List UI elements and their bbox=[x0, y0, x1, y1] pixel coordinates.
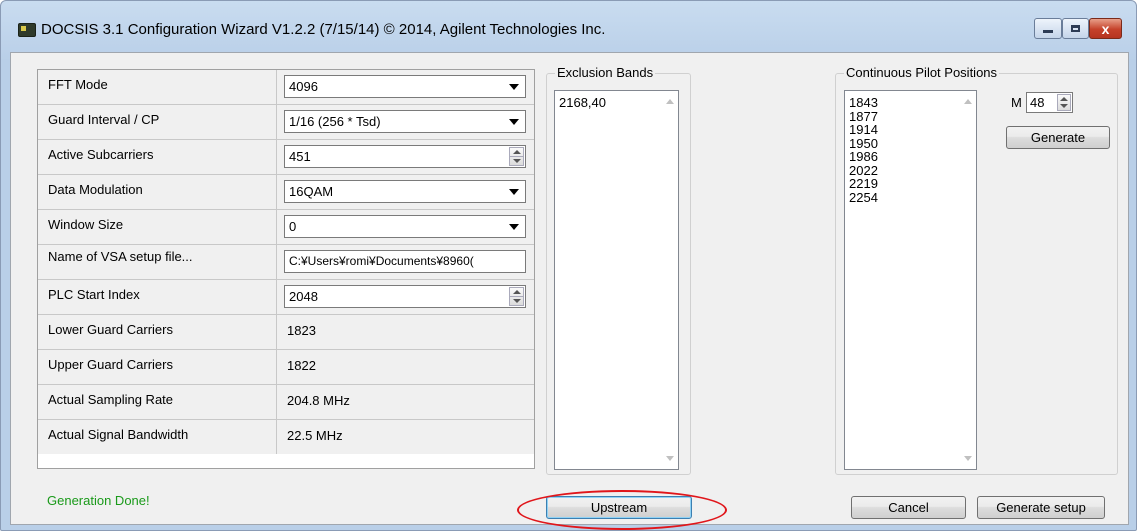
list-item[interactable]: 1843 bbox=[849, 96, 878, 110]
pilot-scrollbar[interactable] bbox=[959, 91, 976, 469]
actual-sampling-rate-value: 204.8 MHz bbox=[287, 393, 350, 408]
data-modulation-label: Data Modulation bbox=[38, 175, 277, 209]
actual-sampling-rate-label: Actual Sampling Rate bbox=[38, 385, 277, 419]
maximize-icon bbox=[1071, 25, 1080, 32]
minimize-icon bbox=[1043, 30, 1053, 33]
list-item[interactable]: 1877 bbox=[849, 109, 878, 124]
row-fft-mode: FFT Mode 4096 bbox=[38, 70, 534, 105]
plc-start-index-stepper[interactable]: 2048 bbox=[284, 285, 526, 308]
row-actual-signal-bandwidth: Actual Signal Bandwidth 22.5 MHz bbox=[38, 420, 534, 455]
window-size-label: Window Size bbox=[38, 210, 277, 244]
list-item[interactable]: 2168,40 bbox=[559, 95, 606, 111]
row-plc-start-index: PLC Start Index 2048 bbox=[38, 280, 534, 315]
list-item[interactable]: 1914 bbox=[849, 123, 878, 137]
plc-start-index-value: 2048 bbox=[289, 289, 318, 304]
client-area: FFT Mode 4096 Guard Interval / CP 1/16 (… bbox=[10, 52, 1129, 525]
upper-guard-carriers-label: Upper Guard Carriers bbox=[38, 350, 277, 384]
chevron-down-icon bbox=[509, 84, 519, 90]
cancel-button[interactable]: Cancel bbox=[851, 496, 966, 519]
guard-interval-value: 1/16 (256 * Tsd) bbox=[289, 114, 381, 129]
m-value: 48 bbox=[1030, 95, 1045, 110]
exclusion-bands-list[interactable]: 2168,40 bbox=[554, 90, 679, 470]
vsa-setup-file-input[interactable]: C:¥Users¥romi¥Documents¥8960( bbox=[284, 250, 526, 273]
row-actual-sampling-rate: Actual Sampling Rate 204.8 MHz bbox=[38, 385, 534, 420]
plc-start-index-label: PLC Start Index bbox=[38, 280, 277, 314]
pilot-positions-title: Continuous Pilot Positions bbox=[844, 65, 1000, 80]
app-icon bbox=[18, 23, 36, 37]
window-title: DOCSIS 3.1 Configuration Wizard V1.2.2 (… bbox=[41, 21, 606, 38]
scroll-down-icon bbox=[964, 456, 972, 461]
spin-up-icon bbox=[1060, 97, 1068, 101]
minimize-button[interactable] bbox=[1034, 18, 1062, 39]
upper-guard-carriers-value: 1822 bbox=[287, 358, 316, 373]
chevron-down-icon bbox=[509, 224, 519, 230]
row-window-size: Window Size 0 bbox=[38, 210, 534, 245]
spin-up-icon bbox=[513, 290, 521, 294]
list-item[interactable]: 1950 bbox=[849, 136, 878, 151]
row-active-subcarriers: Active Subcarriers 451 bbox=[38, 140, 534, 175]
active-subcarriers-label: Active Subcarriers bbox=[38, 140, 277, 174]
generate-button[interactable]: Generate bbox=[1006, 126, 1110, 149]
fft-mode-value: 4096 bbox=[289, 79, 318, 94]
row-upper-guard-carriers: Upper Guard Carriers 1822 bbox=[38, 350, 534, 385]
vsa-setup-file-label: Name of VSA setup file... bbox=[38, 245, 277, 279]
list-item[interactable]: 2219 bbox=[849, 177, 878, 191]
data-modulation-select[interactable]: 16QAM bbox=[284, 180, 526, 203]
maximize-button[interactable] bbox=[1062, 18, 1089, 39]
title-bar[interactable]: DOCSIS 3.1 Configuration Wizard V1.2.2 (… bbox=[1, 1, 1136, 51]
row-lower-guard-carriers: Lower Guard Carriers 1823 bbox=[38, 315, 534, 350]
actual-signal-bandwidth-label: Actual Signal Bandwidth bbox=[38, 420, 277, 454]
guard-interval-select[interactable]: 1/16 (256 * Tsd) bbox=[284, 110, 526, 133]
row-vsa-setup-file: Name of VSA setup file... C:¥Users¥romi¥… bbox=[38, 245, 534, 280]
scroll-up-icon bbox=[964, 99, 972, 104]
m-stepper[interactable]: 48 bbox=[1026, 92, 1073, 113]
exclusion-scrollbar[interactable] bbox=[661, 91, 678, 469]
data-modulation-value: 16QAM bbox=[289, 184, 334, 199]
spin-down-icon bbox=[513, 299, 521, 303]
active-subcarriers-value: 451 bbox=[289, 149, 311, 164]
exclusion-bands-group: Exclusion Bands 2168,40 bbox=[546, 65, 691, 475]
spin-buttons[interactable] bbox=[509, 287, 524, 306]
list-item[interactable]: 2254 bbox=[849, 190, 878, 205]
exclusion-bands-title: Exclusion Bands bbox=[555, 65, 656, 80]
spin-down-icon bbox=[1060, 104, 1068, 108]
close-icon: x bbox=[1101, 20, 1110, 37]
main-window: DOCSIS 3.1 Configuration Wizard V1.2.2 (… bbox=[0, 0, 1137, 531]
list-item[interactable]: 1986 bbox=[849, 150, 878, 164]
chevron-down-icon bbox=[509, 189, 519, 195]
pilot-positions-list[interactable]: 1843 1877 1914 1950 1986 2022 2219 2254 bbox=[844, 90, 977, 470]
chevron-down-icon bbox=[509, 119, 519, 125]
fft-mode-select[interactable]: 4096 bbox=[284, 75, 526, 98]
lower-guard-carriers-value: 1823 bbox=[287, 323, 316, 338]
scroll-up-icon bbox=[666, 99, 674, 104]
row-guard-interval: Guard Interval / CP 1/16 (256 * Tsd) bbox=[38, 105, 534, 140]
generate-setup-button[interactable]: Generate setup bbox=[977, 496, 1105, 519]
fft-mode-label: FFT Mode bbox=[38, 70, 277, 104]
close-button[interactable]: x bbox=[1089, 18, 1122, 39]
upstream-button[interactable]: Upstream bbox=[546, 496, 692, 519]
scroll-down-icon bbox=[666, 456, 674, 461]
guard-interval-label: Guard Interval / CP bbox=[38, 105, 277, 139]
pilot-positions-group: Continuous Pilot Positions 1843 1877 191… bbox=[835, 65, 1118, 475]
parameter-table: FFT Mode 4096 Guard Interval / CP 1/16 (… bbox=[37, 69, 535, 469]
actual-signal-bandwidth-value: 22.5 MHz bbox=[287, 428, 343, 443]
spin-down-icon bbox=[513, 159, 521, 163]
spin-buttons[interactable] bbox=[1057, 94, 1071, 111]
list-item[interactable]: 2022 bbox=[849, 163, 878, 178]
status-text: Generation Done! bbox=[47, 493, 150, 508]
m-label: M bbox=[1011, 95, 1022, 110]
window-size-select[interactable]: 0 bbox=[284, 215, 526, 238]
active-subcarriers-stepper[interactable]: 451 bbox=[284, 145, 526, 168]
spin-up-icon bbox=[513, 150, 521, 154]
spin-buttons[interactable] bbox=[509, 147, 524, 166]
lower-guard-carriers-label: Lower Guard Carriers bbox=[38, 315, 277, 349]
row-data-modulation: Data Modulation 16QAM bbox=[38, 175, 534, 210]
window-size-value: 0 bbox=[289, 219, 297, 234]
